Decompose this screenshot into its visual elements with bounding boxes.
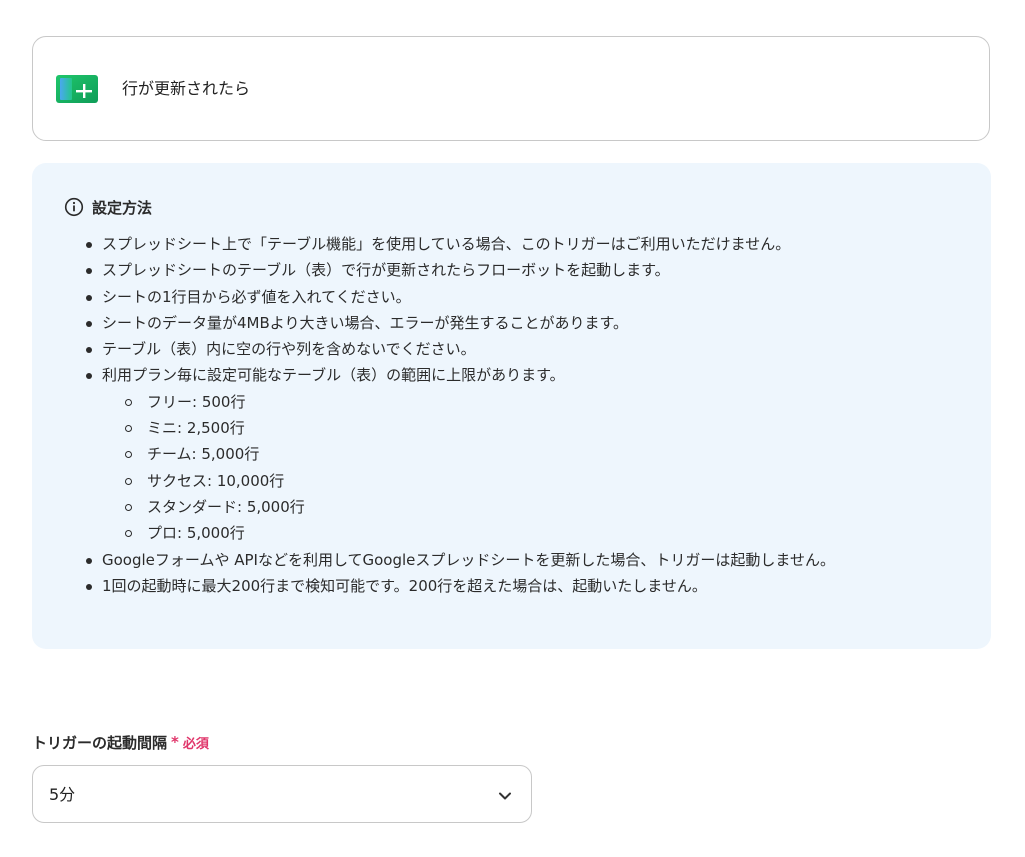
plan-limit-item: フリー: 500行 <box>102 389 835 415</box>
list-item: シートの1行目から必ず値を入れてください。 <box>80 284 835 310</box>
plan-limits-list: フリー: 500行 ミニ: 2,500行 チーム: 5,000行 サクセス: 1… <box>102 389 835 547</box>
info-circle-icon <box>64 197 84 217</box>
interval-field-label: トリガーの起動間隔 * 必須 <box>32 730 209 754</box>
plan-limit-item: チーム: 5,000行 <box>102 441 835 467</box>
plan-limit-item: スタンダード: 5,000行 <box>102 494 835 520</box>
plan-limit-item: ミニ: 2,500行 <box>102 415 835 441</box>
interval-label-text: トリガーの起動間隔 <box>32 733 168 752</box>
interval-select[interactable]: 5分 <box>32 765 532 823</box>
list-item: スプレッドシートのテーブル（表）で行が更新されたらフローボットを起動します。 <box>80 257 835 283</box>
trigger-card[interactable]: 行が更新されたら <box>32 36 990 141</box>
list-item: 1回の起動時に最大200行まで検知可能です。200行を超えた場合は、起動いたしま… <box>80 573 835 599</box>
list-item-plan-limits: 利用プラン毎に設定可能なテーブル（表）の範囲に上限があります。 フリー: 500… <box>80 362 835 546</box>
trigger-title: 行が更新されたら <box>122 79 251 98</box>
list-item: スプレッドシート上で「テーブル機能」を使用している場合、このトリガーはご利用いた… <box>80 231 835 257</box>
instructions-list: スプレッドシート上で「テーブル機能」を使用している場合、このトリガーはご利用いた… <box>80 231 835 599</box>
instructions-heading: 設定方法 <box>64 195 152 219</box>
list-item: シートのデータ量が4MBより大きい場合、エラーが発生することがあります。 <box>80 310 835 336</box>
required-badge: 必須 <box>182 736 209 752</box>
required-asterisk: * <box>171 733 179 751</box>
chevron-down-icon <box>499 792 511 800</box>
setup-instructions-panel: 設定方法 スプレッドシート上で「テーブル機能」を使用している場合、このトリガーは… <box>32 163 991 649</box>
list-item: Googleフォームや APIなどを利用してGoogleスプレッドシートを更新し… <box>80 547 835 573</box>
google-sheets-icon <box>56 75 98 103</box>
plan-limit-item: サクセス: 10,000行 <box>102 468 835 494</box>
interval-selected-value: 5分 <box>49 785 76 804</box>
list-item: テーブル（表）内に空の行や列を含めないでください。 <box>80 336 835 362</box>
instructions-title: 設定方法 <box>92 198 153 217</box>
plan-limit-item: プロ: 5,000行 <box>102 520 835 546</box>
list-item-label: 利用プラン毎に設定可能なテーブル（表）の範囲に上限があります。 <box>102 366 565 385</box>
